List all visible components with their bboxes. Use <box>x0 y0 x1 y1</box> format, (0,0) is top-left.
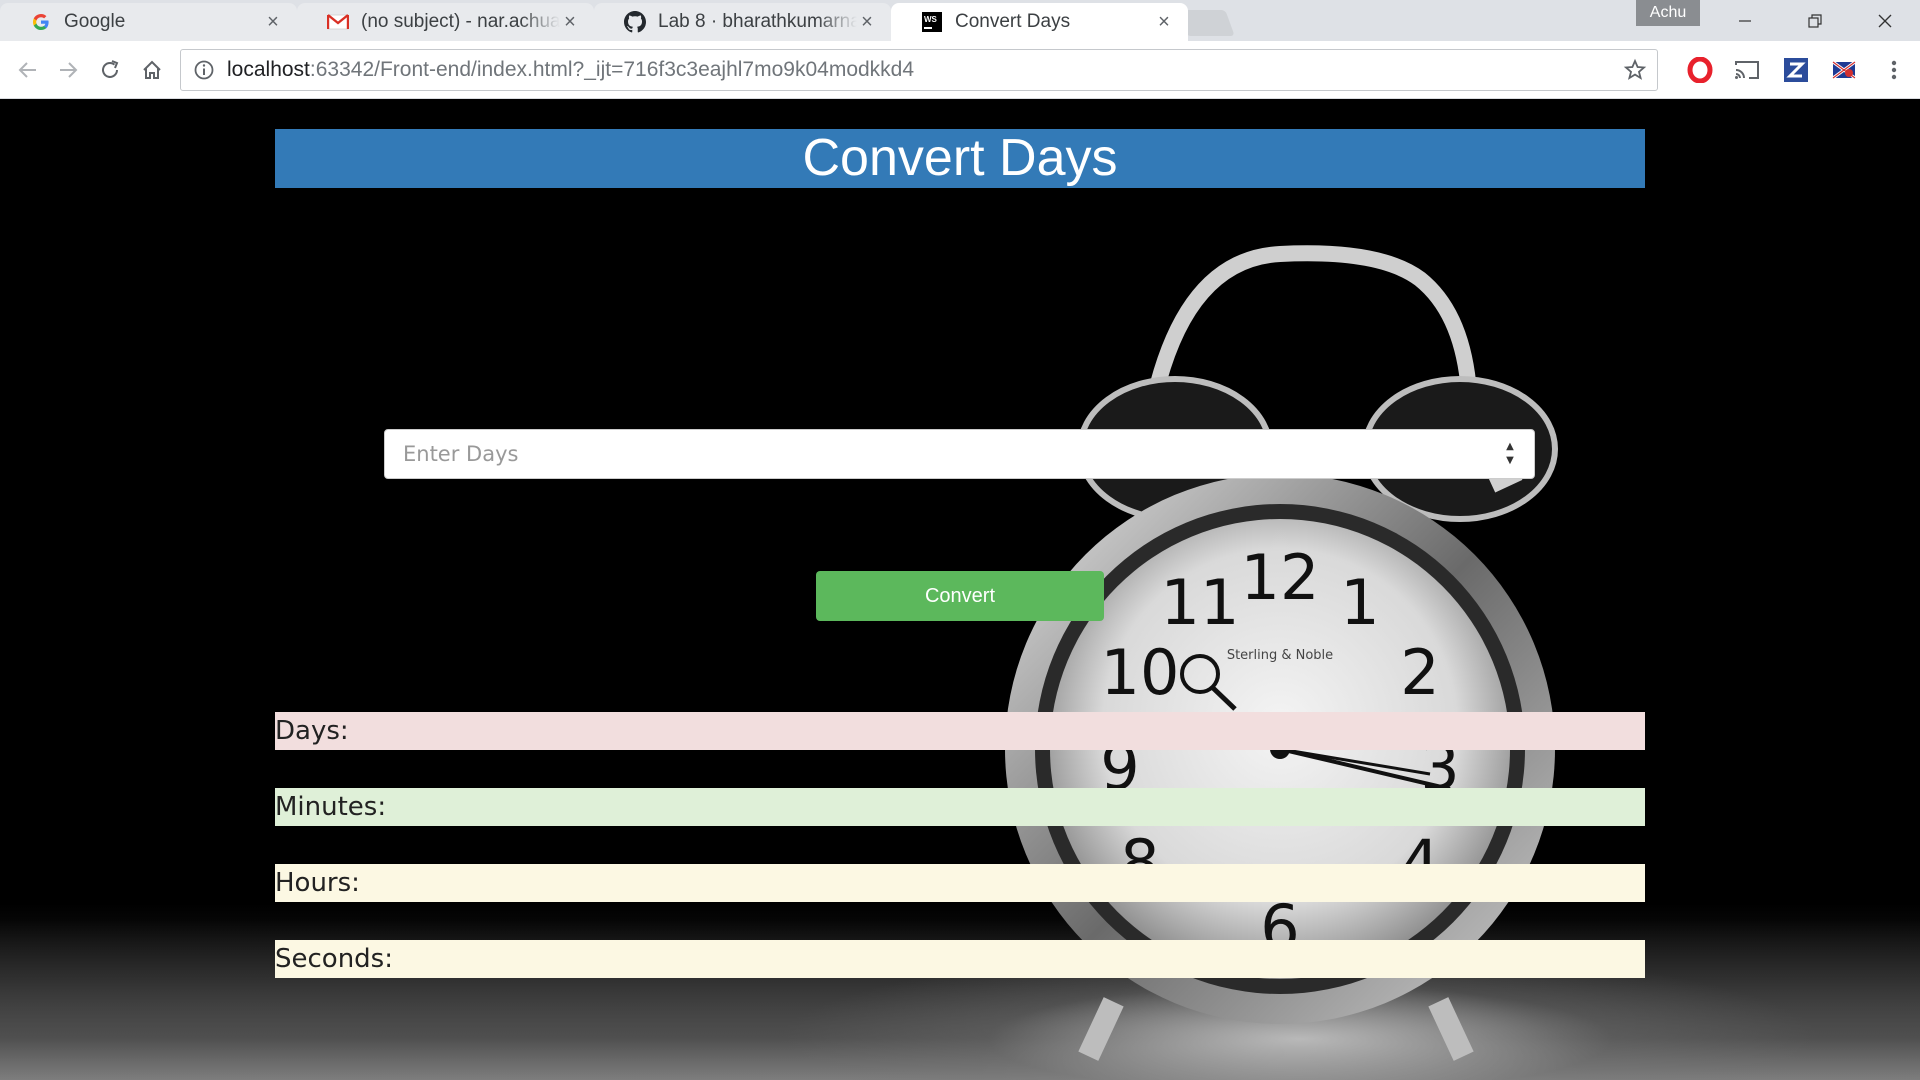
tab-title: Google <box>64 11 126 32</box>
tab-title: Convert Days <box>955 11 1071 32</box>
days-input-placeholder: Enter Days <box>403 442 519 466</box>
url-path: :63342/Front-end/index.html?_ijt=716f3c3… <box>309 58 915 81</box>
menu-kebab-icon[interactable] <box>1880 56 1908 84</box>
close-tab-icon[interactable]: × <box>263 12 283 32</box>
forward-arrow-icon <box>60 62 78 78</box>
url-text: localhost:63342/Front-end/index.html?_ij… <box>227 58 914 82</box>
svg-text:1: 1 <box>1340 566 1379 639</box>
webstorm-icon: WS <box>921 11 943 33</box>
tab-title: (no subject) - nar.achualt <box>361 11 560 32</box>
back-arrow-icon <box>18 62 36 78</box>
tab-github[interactable]: Lab 8 · bharathkumarna/ × <box>594 3 891 41</box>
home-icon <box>143 60 161 79</box>
info-icon[interactable] <box>193 59 215 81</box>
forward-button[interactable] <box>50 52 86 88</box>
google-icon <box>30 11 52 33</box>
bookmark-star-icon[interactable] <box>1623 58 1647 82</box>
days-result: Days: <box>275 712 1645 750</box>
reload-button[interactable] <box>92 52 128 88</box>
seconds-result: Seconds: <box>275 940 1645 978</box>
flag-extension-icon[interactable] <box>1830 56 1858 84</box>
svg-text:2: 2 <box>1400 636 1439 709</box>
zotero-extension-icon[interactable] <box>1782 56 1810 84</box>
spinner-down-icon[interactable]: ▼ <box>1506 456 1514 466</box>
page-title: Convert Days <box>275 129 1645 188</box>
spinner-up-icon[interactable]: ▲ <box>1506 442 1514 452</box>
cast-icon[interactable] <box>1733 56 1761 84</box>
close-tab-icon[interactable]: × <box>857 12 877 32</box>
gmail-icon <box>327 11 349 33</box>
page-viewport: 12 1 11 2 10 3 9 4 8 6 Sterling & Noble … <box>0 99 1920 1080</box>
browser-toolbar: localhost:63342/Front-end/index.html?_ij… <box>0 41 1920 99</box>
restore-icon <box>1808 13 1822 28</box>
github-icon <box>624 11 646 33</box>
restore-button[interactable] <box>1780 0 1850 41</box>
days-input[interactable]: Enter Days ▲ ▼ <box>384 429 1535 479</box>
hours-result: Hours: <box>275 864 1645 902</box>
close-tab-icon[interactable]: × <box>1154 12 1174 32</box>
svg-text:12: 12 <box>1241 541 1320 614</box>
svg-text:WS: WS <box>924 15 938 24</box>
svg-text:Sterling & Noble: Sterling & Noble <box>1227 648 1333 663</box>
convert-button[interactable]: Convert <box>816 571 1104 621</box>
close-icon <box>1878 14 1892 27</box>
tab-gmail[interactable]: (no subject) - nar.achualt × <box>297 3 594 41</box>
svg-text:10: 10 <box>1101 636 1180 709</box>
number-spinner[interactable]: ▲ ▼ <box>1504 442 1516 466</box>
tab-strip: Google × (no subject) - nar.achualt × La… <box>0 0 1920 41</box>
minimize-button[interactable] <box>1710 0 1780 41</box>
back-button[interactable] <box>10 52 46 88</box>
tab-google[interactable]: Google × <box>0 3 297 41</box>
home-button[interactable] <box>134 52 170 88</box>
opera-extension-icon[interactable] <box>1686 56 1714 84</box>
profile-badge[interactable]: Achu <box>1636 0 1700 26</box>
tab-title: Lab 8 · bharathkumarna/ <box>658 11 857 32</box>
url-host: localhost <box>227 58 310 81</box>
reload-icon <box>102 60 119 78</box>
svg-text:11: 11 <box>1161 566 1240 639</box>
close-window-button[interactable] <box>1850 0 1920 41</box>
minutes-result: Minutes: <box>275 788 1645 826</box>
minimize-icon <box>1739 19 1751 22</box>
address-bar[interactable]: localhost:63342/Front-end/index.html?_ij… <box>180 49 1658 91</box>
tab-convert-days[interactable]: WS Convert Days × <box>891 3 1188 41</box>
close-tab-icon[interactable]: × <box>560 12 580 32</box>
